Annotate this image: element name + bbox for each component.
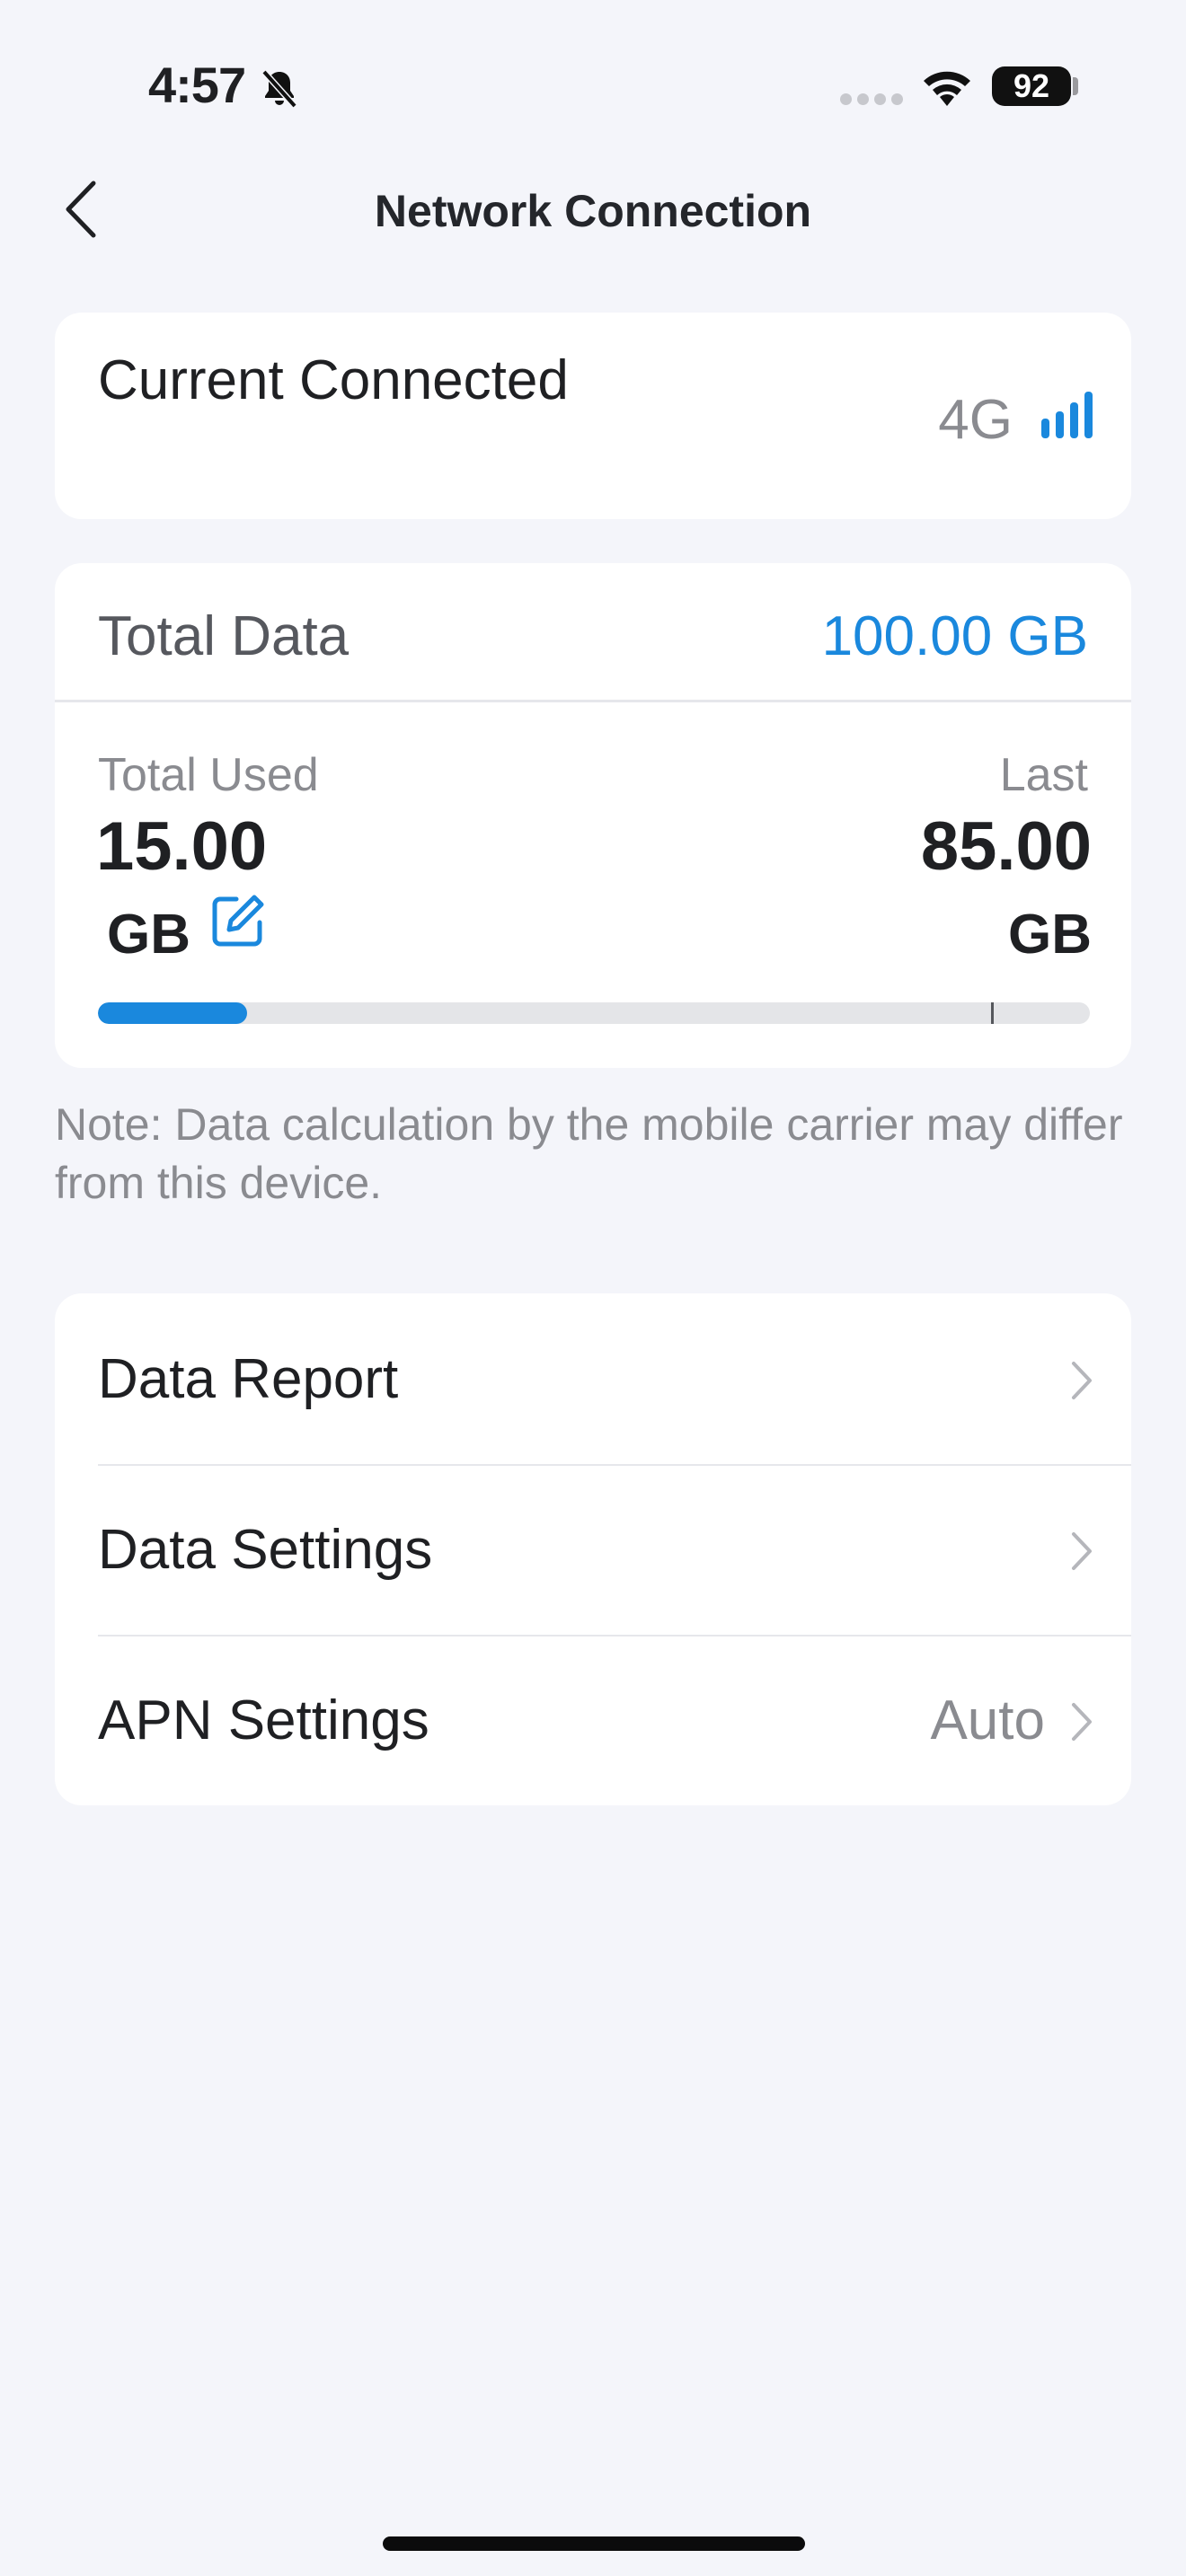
settings-menu: Data Report Data Settings APN Settings A… xyxy=(55,1293,1131,1805)
cellular-signal-icon xyxy=(840,93,908,110)
battery-indicator: 92 xyxy=(992,66,1071,106)
menu-item-label: APN Settings xyxy=(98,1689,429,1751)
last-unit: GB xyxy=(1008,904,1092,966)
menu-item-value: Auto xyxy=(930,1689,1045,1751)
connection-card: Current Connected 4G xyxy=(55,313,1131,519)
progress-fill xyxy=(98,1002,247,1024)
menu-item-data-settings[interactable]: Data Settings xyxy=(55,1464,1131,1635)
menu-item-apn-settings[interactable]: APN Settings Auto xyxy=(55,1635,1131,1805)
total-used-value: 15.00 xyxy=(96,808,268,885)
chevron-right-icon xyxy=(1072,1362,1092,1399)
network-connection-screen: 4:57 92 Network Connection Current Conne… xyxy=(0,0,1186,2576)
last-value: 85.00 xyxy=(920,808,1092,885)
total-used-label: Total Used xyxy=(98,749,319,801)
chevron-right-icon xyxy=(1072,1532,1092,1570)
total-data-value: 100.00 GB xyxy=(821,605,1088,667)
signal-bars-icon xyxy=(1041,392,1093,438)
total-data-label: Total Data xyxy=(98,605,350,667)
menu-item-data-report[interactable]: Data Report xyxy=(55,1293,1131,1464)
edit-icon[interactable] xyxy=(209,892,267,949)
connection-type: 4G xyxy=(938,389,1013,451)
menu-item-label: Data Report xyxy=(98,1348,399,1410)
status-time: 4:57 xyxy=(148,57,246,113)
last-label: Last xyxy=(999,749,1088,801)
connection-label: Current Connected xyxy=(98,349,569,411)
page-title: Network Connection xyxy=(374,186,812,236)
home-indicator[interactable] xyxy=(383,2536,805,2551)
chevron-right-icon xyxy=(1072,1703,1092,1741)
bell-slash-icon xyxy=(261,69,297,109)
status-bar: 4:57 92 xyxy=(0,0,1186,135)
wifi-icon xyxy=(924,71,970,106)
data-usage-card: Total Data 100.00 GB Total Used Last 15.… xyxy=(55,563,1131,1068)
carrier-note: Note: Data calculation by the mobile car… xyxy=(55,1099,1123,1208)
total-used-unit: GB xyxy=(107,904,190,966)
divider xyxy=(55,700,1131,702)
progress-marker xyxy=(990,1002,994,1024)
data-usage-progress xyxy=(98,1002,1090,1024)
menu-item-label: Data Settings xyxy=(98,1519,433,1581)
battery-tip xyxy=(1073,77,1078,95)
